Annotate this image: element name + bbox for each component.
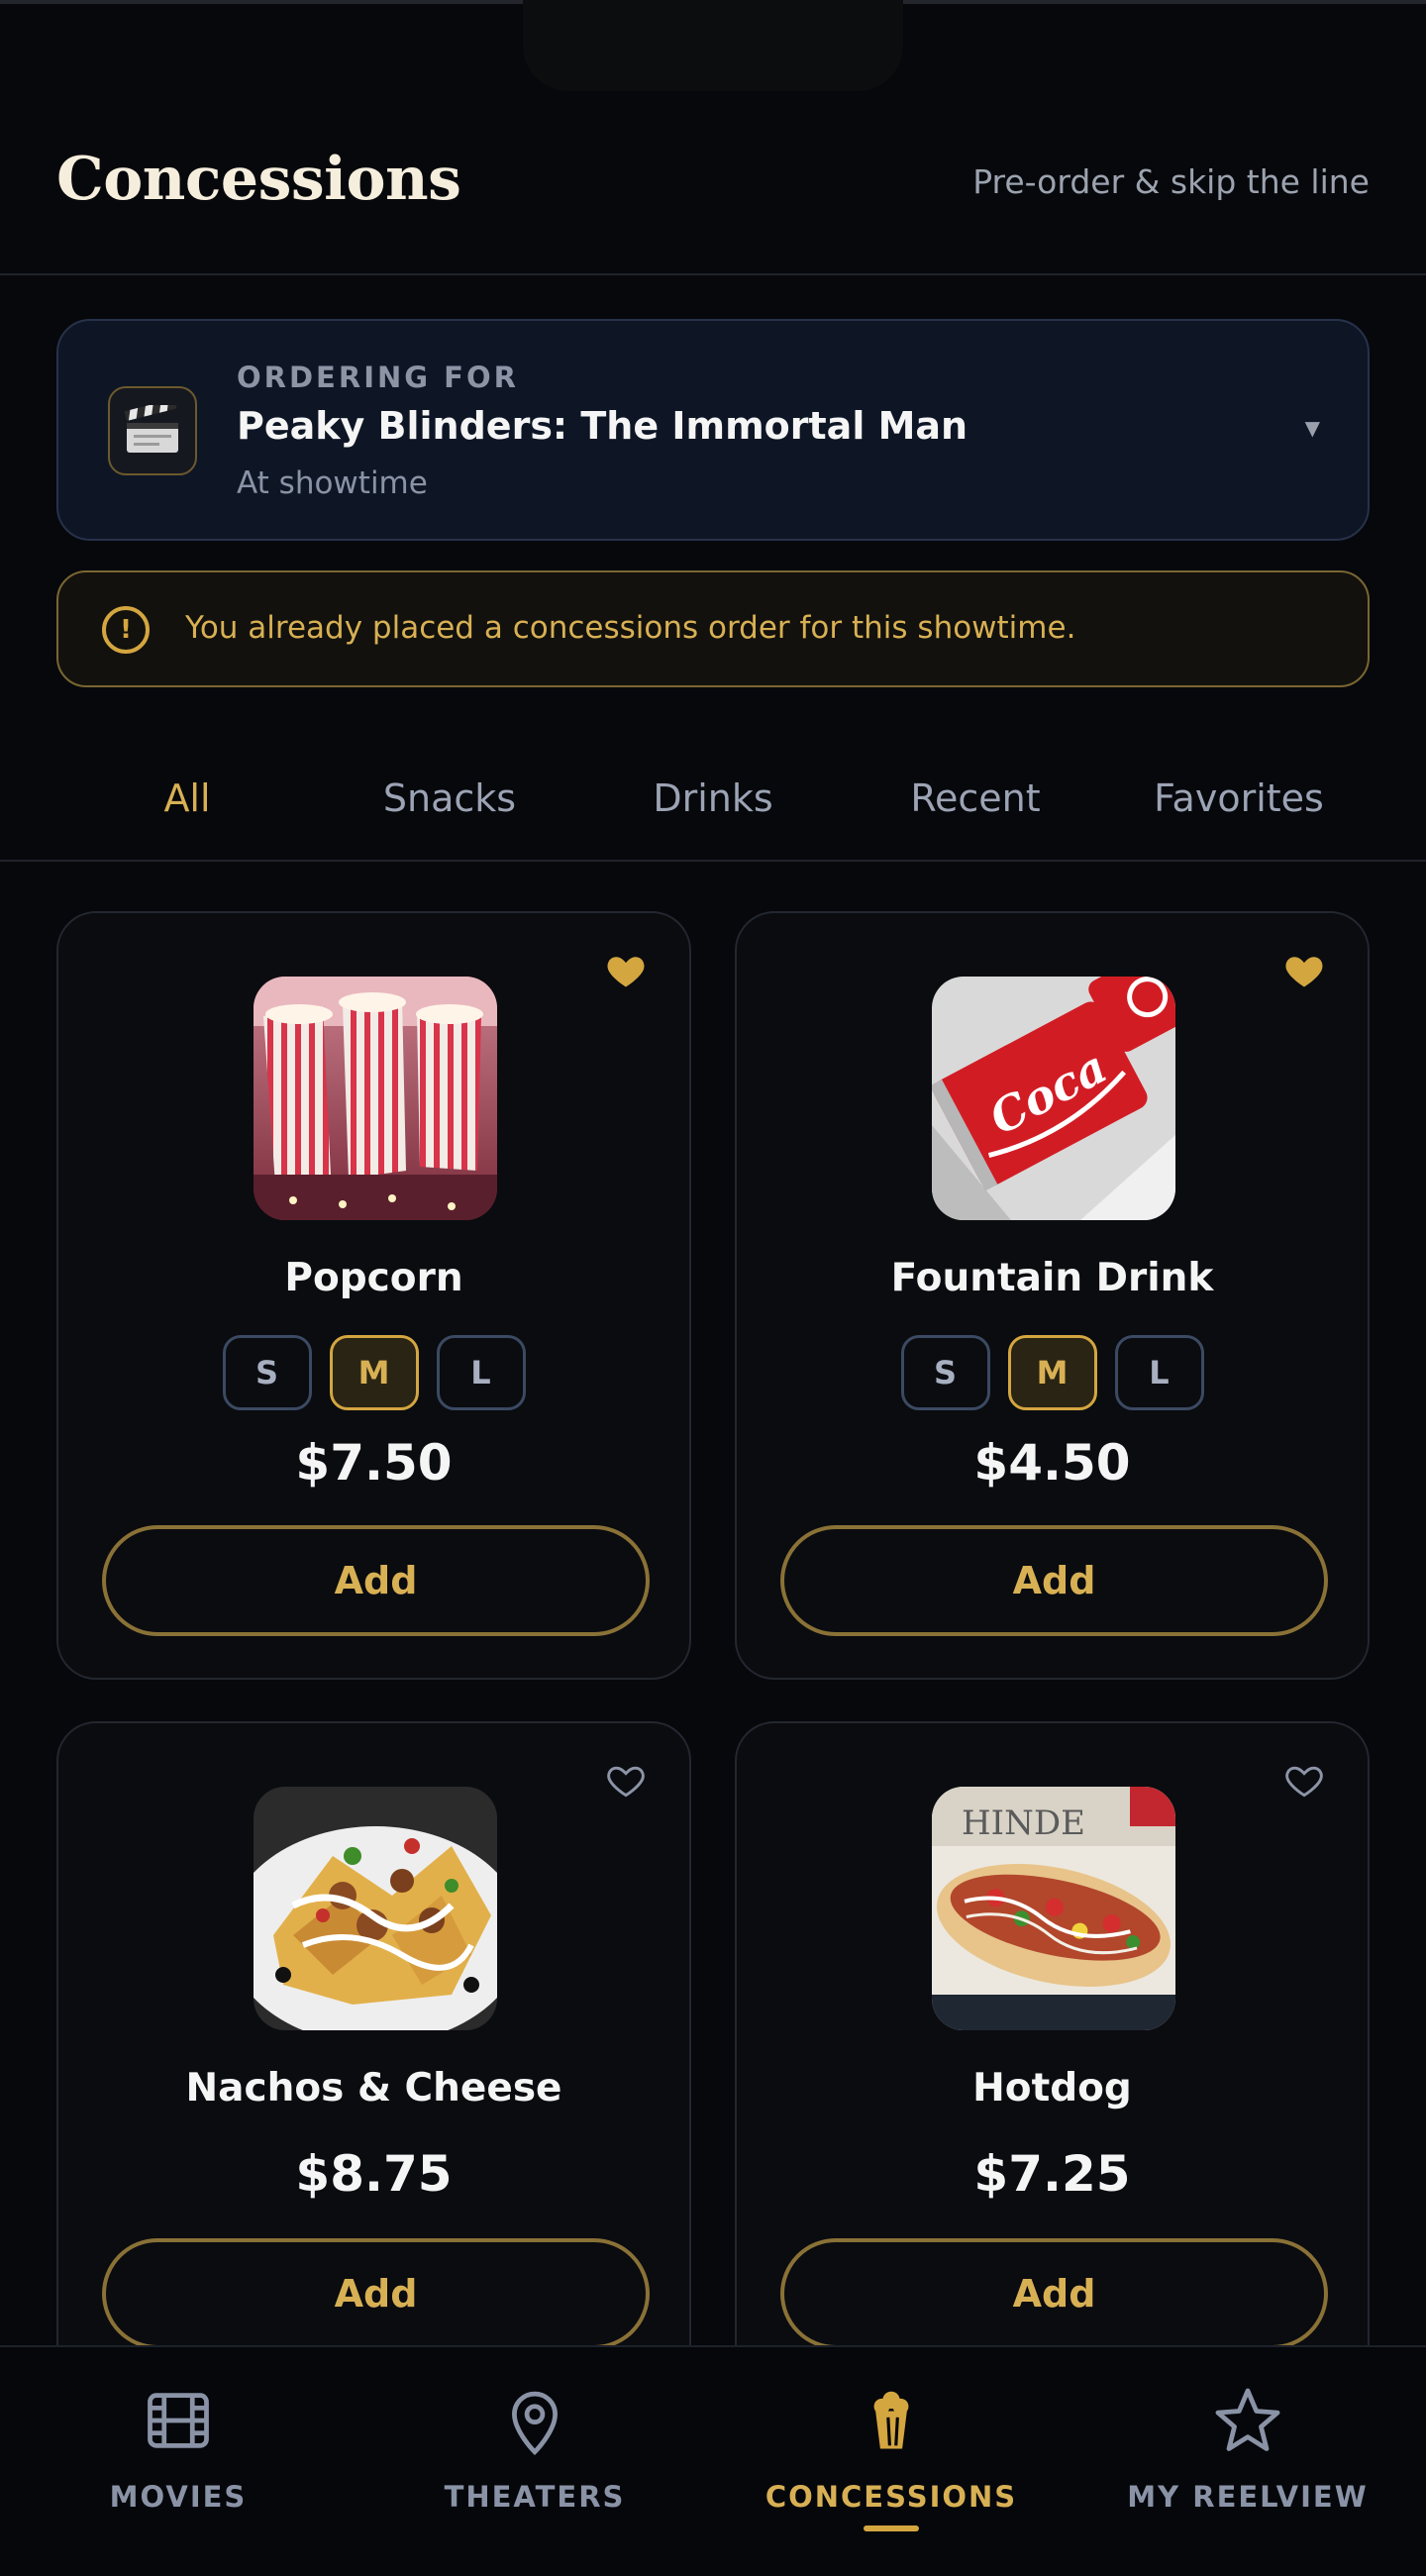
- star-icon: [1215, 2388, 1280, 2451]
- nav-label: MY REELVIEW: [1127, 2480, 1369, 2514]
- nav-item-theaters[interactable]: THEATERS: [386, 2383, 683, 2514]
- item-name: Fountain Drink: [890, 1256, 1214, 1300]
- add-button[interactable]: Add: [102, 2238, 650, 2349]
- nav-item-concessions[interactable]: CONCESSIONS: [743, 2383, 1040, 2531]
- item-name: Nachos & Cheese: [185, 2066, 562, 2111]
- item-card-popcorn: Popcorn S M L $7.50 Add: [56, 911, 691, 1680]
- hotdog-image: HINDE: [932, 1787, 1175, 2030]
- favorite-heart-icon[interactable]: [604, 949, 648, 992]
- page-header: Concessions Pre-order & skip the line: [0, 91, 1426, 275]
- page-subtitle: Pre-order & skip the line: [972, 162, 1370, 201]
- nav-item-movies[interactable]: MOVIES: [30, 2383, 327, 2514]
- ordering-for-selector[interactable]: ORDERING FOR Peaky Blinders: The Immorta…: [56, 319, 1370, 541]
- item-price: $4.50: [973, 1434, 1131, 1492]
- item-card-fountain-drink: Coca Fountain Drink S M L $4.50 Add: [735, 911, 1370, 1680]
- nav-label: MOVIES: [109, 2480, 248, 2514]
- fountain-drink-image: Coca: [932, 977, 1175, 1220]
- nav-label: THEATERS: [444, 2480, 626, 2514]
- clapperboard-icon: [108, 386, 197, 475]
- dropdown-caret-icon: ▼: [1304, 416, 1320, 440]
- size-option-m[interactable]: M: [329, 1335, 419, 1410]
- ordering-for-label: ORDERING FOR: [237, 361, 519, 394]
- tab-snacks[interactable]: Snacks: [383, 776, 516, 820]
- favorite-heart-icon[interactable]: [1282, 949, 1326, 992]
- item-card-hotdog: HINDE Hotdog $7.25 Add: [735, 1721, 1370, 2395]
- nav-item-my-reelview[interactable]: MY REELVIEW: [1099, 2383, 1396, 2514]
- size-option-s[interactable]: S: [222, 1335, 312, 1410]
- size-option-l[interactable]: L: [436, 1335, 526, 1410]
- tab-recent[interactable]: Recent: [910, 776, 1040, 820]
- svg-text:HINDE: HINDE: [962, 1803, 1085, 1843]
- device-notch: [523, 0, 903, 91]
- item-price: $8.75: [295, 2145, 453, 2203]
- favorite-heart-outline-icon[interactable]: [604, 1759, 648, 1803]
- map-pin-icon: [512, 2391, 558, 2456]
- page-title: Concessions: [56, 145, 461, 214]
- nachos-image: [254, 1787, 497, 2030]
- item-price: $7.50: [295, 1434, 453, 1492]
- category-tabs: All Snacks Drinks Recent Favorites: [0, 733, 1426, 862]
- tab-favorites[interactable]: Favorites: [1154, 776, 1324, 820]
- size-selector: S M L: [58, 1335, 689, 1410]
- warning-text: You already placed a concessions order f…: [185, 610, 1076, 646]
- nav-label: CONCESSIONS: [764, 2480, 1018, 2514]
- size-selector: S M L: [737, 1335, 1368, 1410]
- tab-drinks[interactable]: Drinks: [653, 776, 772, 820]
- add-button[interactable]: Add: [780, 1525, 1328, 1636]
- popcorn-icon: [873, 2391, 909, 2449]
- item-card-nachos: Nachos & Cheese $8.75 Add: [56, 1721, 691, 2395]
- active-indicator: [864, 2525, 919, 2531]
- existing-order-warning: ! You already placed a concessions order…: [56, 570, 1370, 687]
- showtime-label: At showtime: [237, 465, 428, 501]
- alert-circle-icon: !: [102, 606, 150, 654]
- bottom-navigation: MOVIES THEATERS CONCESSIONS MY REELVIEW: [0, 2345, 1426, 2576]
- popcorn-image: [254, 977, 497, 1220]
- tab-all[interactable]: All: [163, 776, 210, 820]
- add-button[interactable]: Add: [780, 2238, 1328, 2349]
- size-option-m[interactable]: M: [1007, 1335, 1097, 1410]
- size-option-s[interactable]: S: [900, 1335, 990, 1410]
- size-option-l[interactable]: L: [1114, 1335, 1204, 1410]
- selected-movie-title: Peaky Blinders: The Immortal Man: [237, 404, 968, 448]
- film-icon: [148, 2393, 209, 2448]
- item-name: Hotdog: [972, 2066, 1132, 2111]
- item-name: Popcorn: [284, 1256, 463, 1300]
- favorite-heart-outline-icon[interactable]: [1282, 1759, 1326, 1803]
- add-button[interactable]: Add: [102, 1525, 650, 1636]
- item-price: $7.25: [973, 2145, 1131, 2203]
